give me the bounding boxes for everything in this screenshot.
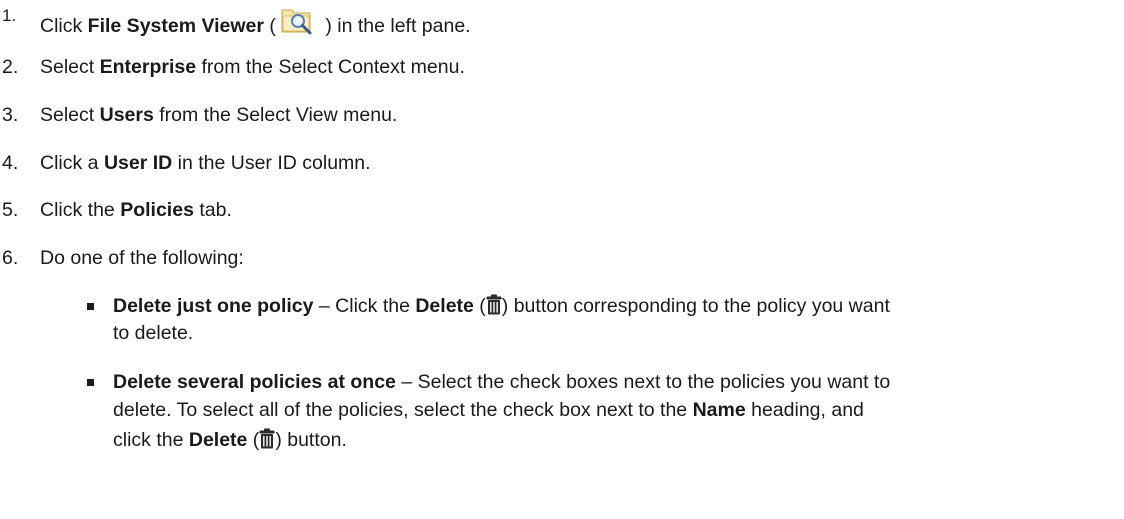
step-number: 2. [2,56,19,78]
ui-term: Users [99,104,154,126]
step-text: Do one of the following: [40,247,244,269]
step-number: 1. [2,6,17,25]
bullet-marker [87,379,94,386]
trash-icon [259,428,275,449]
bullet-text: Delete several policies at once – Select… [113,371,891,393]
step-text: Click the Policies tab. [40,199,232,221]
ui-term: Delete [415,295,474,317]
step-number: 3. [2,104,19,126]
ui-term: User ID [103,152,173,174]
bullet-text: delete. To select all of the policies, s… [113,399,864,421]
ui-term: Delete [188,429,248,451]
step-number: 4. [2,152,19,174]
bullet-text: Delete just one policy – Click the Delet… [113,294,890,317]
step-text: Click a User ID in the User ID column. [40,152,371,174]
bullet-text: to delete. [113,322,194,344]
step-text: Select Users from the Select View menu. [40,104,398,126]
bullet-marker [87,303,94,310]
ui-term: Name [692,399,746,421]
step-number: 5. [2,199,19,221]
bullet-heading: Delete just one policy [113,295,314,317]
trash-icon [486,294,502,315]
folder-search-icon [280,4,316,36]
ui-term: Policies [120,199,194,221]
ui-term: File System Viewer [87,15,264,37]
step-text: Click File System Viewer ( ) in the left… [40,4,471,38]
instruction-document: 1. Click File System Viewer ( ) in the l… [0,0,1124,519]
step-number: 6. [2,247,19,269]
bullet-heading: Delete several policies at once [113,371,396,393]
bullet-text: click the Delete ( ) button. [113,428,347,451]
step-text: Select Enterprise from the Select Contex… [40,56,465,78]
ui-term: Enterprise [99,56,197,78]
